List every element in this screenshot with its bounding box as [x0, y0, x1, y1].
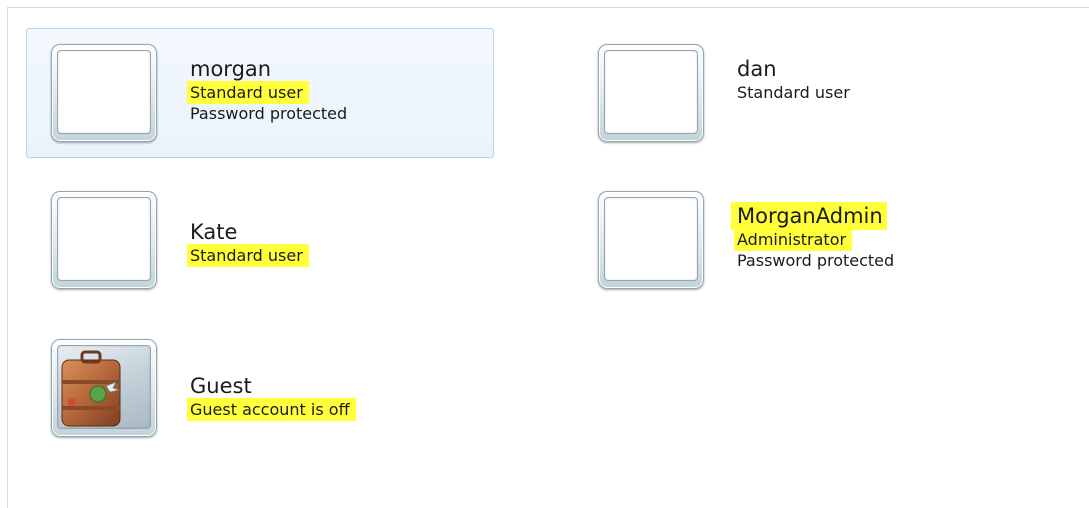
account-info: MorganAdmin Administrator Password prote… [737, 202, 895, 271]
avatar[interactable] [51, 191, 157, 289]
account-status: Password protected [190, 104, 348, 123]
avatar[interactable] [598, 191, 704, 289]
account-info: Guest Guest account is off [190, 374, 356, 421]
avatar[interactable] [51, 339, 157, 437]
account-info: Kate Standard user [190, 220, 309, 267]
account-name: Guest [190, 374, 252, 398]
blank-avatar-icon [604, 197, 698, 281]
account-name: morgan [190, 57, 272, 81]
blank-avatar-icon [57, 197, 151, 281]
account-info: dan Standard user [737, 57, 850, 103]
account-morgan[interactable]: morgan Standard user Password protected [26, 28, 494, 158]
user-accounts-panel: morgan Standard user Password protected … [7, 7, 1089, 508]
account-status: Password protected [737, 251, 895, 270]
avatar[interactable] [598, 44, 704, 142]
blank-avatar-icon [57, 50, 151, 134]
account-type: Standard user [190, 244, 309, 267]
blank-avatar-icon [604, 50, 698, 134]
avatar[interactable] [51, 44, 157, 142]
account-kate[interactable]: Kate Standard user [26, 175, 494, 305]
account-name: dan [737, 57, 777, 81]
account-type: Administrator [737, 228, 853, 251]
account-morganadmin[interactable]: MorganAdmin Administrator Password prote… [573, 175, 1041, 305]
account-info: morgan Standard user Password protected [190, 57, 347, 124]
account-type: Standard user [190, 81, 309, 104]
account-type: Guest account is off [190, 398, 356, 421]
account-name: MorganAdmin [737, 202, 887, 230]
account-guest[interactable]: Guest Guest account is off [26, 323, 494, 453]
suitcase-icon [61, 350, 121, 427]
account-dan[interactable]: dan Standard user [573, 28, 1041, 158]
account-type: Standard user [737, 83, 850, 102]
account-name: Kate [190, 220, 238, 244]
suitcase-icon [57, 345, 151, 429]
